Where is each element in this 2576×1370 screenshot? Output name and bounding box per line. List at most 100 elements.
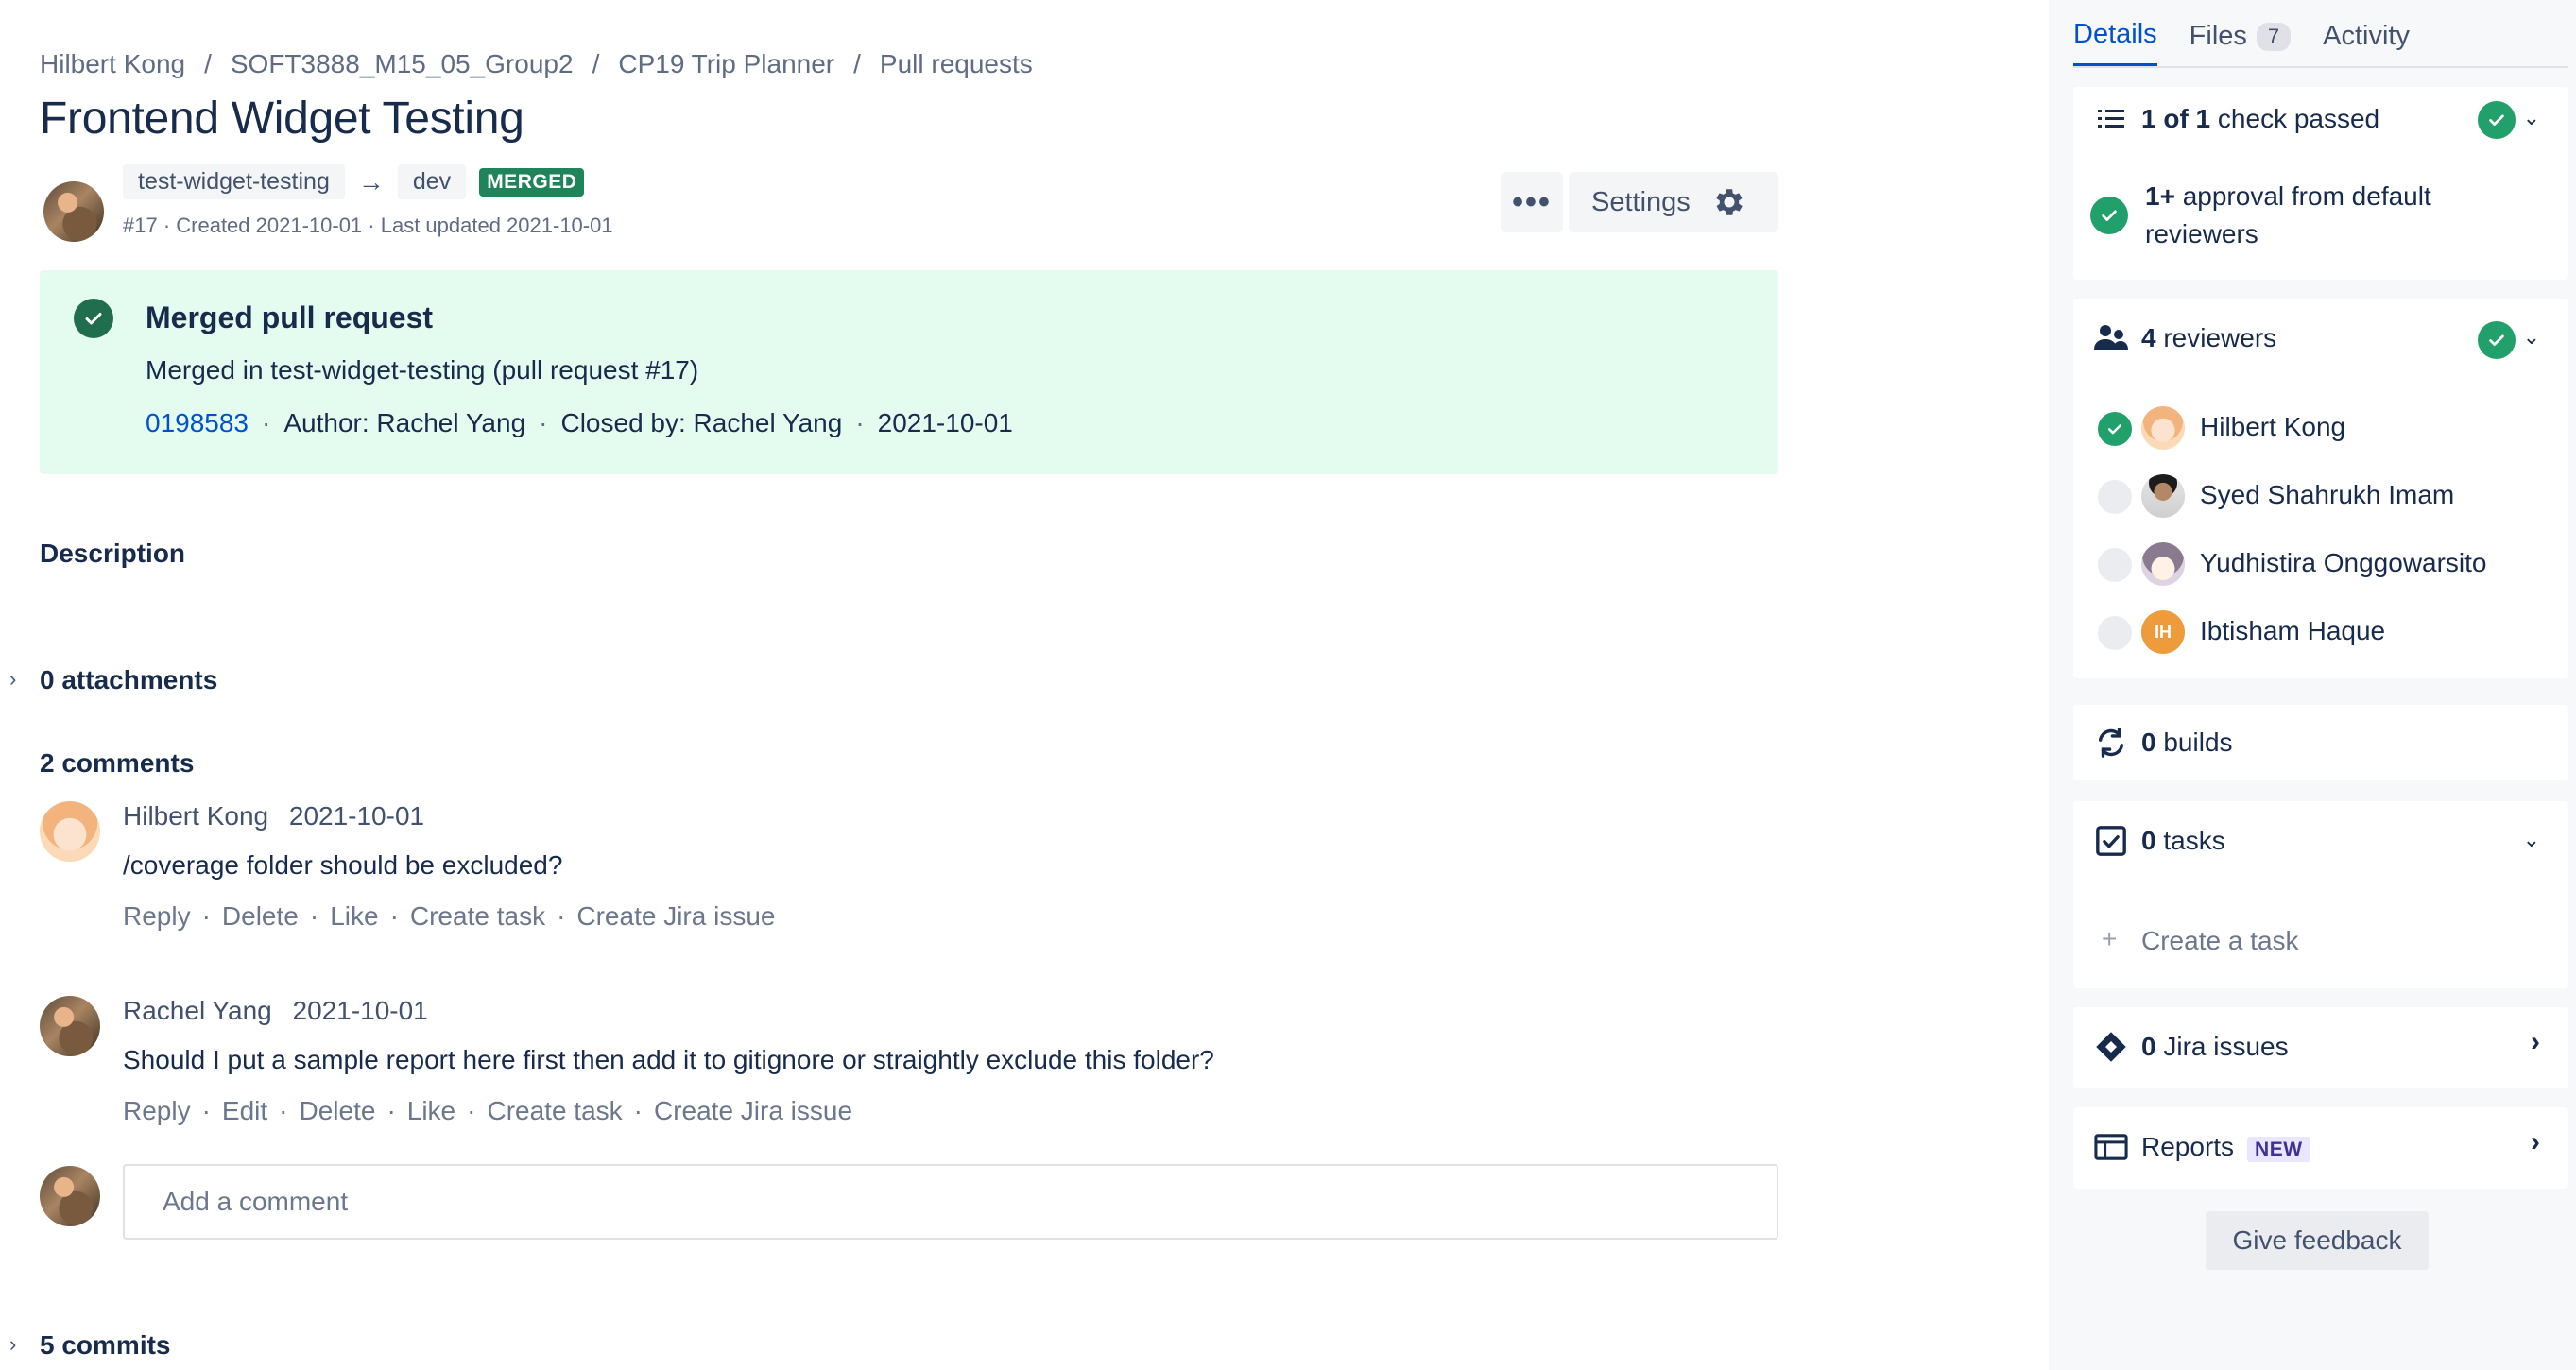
- breadcrumb-workspace[interactable]: SOFT3888_M15_05_Group2: [231, 49, 574, 79]
- details-sidebar: Details Files 7 Activity 1 of 1 check pa…: [2049, 0, 2576, 1370]
- chevron-right-icon[interactable]: ›: [9, 667, 16, 692]
- tabs-divider: [2073, 66, 2568, 68]
- reviewer-name: Ibtisham Haque: [2200, 616, 2386, 645]
- tab-details[interactable]: Details: [2073, 19, 2157, 67]
- check-circle-icon: [2478, 321, 2516, 359]
- tasks-summary: 0 tasks: [2141, 826, 2225, 856]
- reviewers-row[interactable]: 4 reviewers ⌄: [2073, 299, 2568, 382]
- chevron-right-icon[interactable]: ›: [9, 1332, 16, 1357]
- check-circle-icon: [2090, 197, 2128, 234]
- comment-actions: Reply · Delete · Like · Create task · Create…: [123, 901, 775, 932]
- separator-dot: ·: [389, 901, 399, 931]
- reviewers-summary: 4 reviewers: [2141, 323, 2276, 353]
- jira-issues-row[interactable]: 0 Jira issues ›: [2073, 1007, 2568, 1088]
- like-link[interactable]: Like: [407, 1096, 455, 1126]
- settings-label: Settings: [1591, 186, 1691, 217]
- breadcrumb-pull-requests[interactable]: Pull requests: [880, 49, 1033, 79]
- reviewers-count: 4: [2141, 323, 2156, 352]
- reviewer-name: Syed Shahrukh Imam: [2200, 480, 2455, 509]
- more-actions-button[interactable]: •••: [1501, 172, 1563, 232]
- comment: Hilbert Kong 2021-10-01 /coverage folder…: [40, 801, 1778, 943]
- merge-closed-by: Closed by: Rachel Yang: [560, 408, 843, 437]
- commits-toggle[interactable]: 5 commits: [40, 1330, 171, 1361]
- breadcrumb-repository[interactable]: CP19 Trip Planner: [618, 49, 834, 79]
- comment-author[interactable]: Rachel Yang: [123, 996, 272, 1025]
- list-icon: [2094, 102, 2128, 136]
- reports-icon: [2094, 1130, 2128, 1164]
- checks-count: 1 of 1: [2141, 104, 2211, 133]
- reviewer-item[interactable]: Syed Shahrukh Imam: [2073, 471, 2568, 523]
- delete-link[interactable]: Delete: [222, 901, 299, 932]
- people-icon: [2094, 321, 2128, 355]
- pending-status-icon: [2098, 616, 2132, 650]
- create-task-link[interactable]: Create task: [487, 1096, 622, 1126]
- give-feedback-button[interactable]: Give feedback: [2206, 1211, 2429, 1270]
- separator-dot: ·: [309, 901, 319, 931]
- chevron-down-icon[interactable]: ⌄: [2523, 106, 2540, 130]
- builds-row[interactable]: 0 builds: [2073, 705, 2568, 780]
- separator-dot: ·: [539, 408, 548, 437]
- comment-date[interactable]: 2021-10-01: [293, 996, 428, 1025]
- comment-actions: Reply · Edit · Delete · Like · Create task · …: [123, 1096, 852, 1126]
- gear-icon: [1716, 189, 1743, 215]
- create-jira-issue-link[interactable]: Create Jira issue: [654, 1096, 852, 1126]
- separator-dot: ·: [262, 408, 271, 437]
- refresh-icon: [2094, 726, 2128, 760]
- edit-link[interactable]: Edit: [222, 1096, 267, 1126]
- delete-link[interactable]: Delete: [300, 1096, 376, 1126]
- create-jira-issue-link[interactable]: Create Jira issue: [576, 901, 775, 932]
- builds-card: 0 builds: [2073, 705, 2568, 780]
- reports-row[interactable]: Reports NEW ›: [2073, 1107, 2568, 1189]
- reviewer-item[interactable]: Hilbert Kong: [2073, 402, 2568, 455]
- current-user-avatar: [40, 1166, 100, 1226]
- chevron-right-icon[interactable]: ›: [2531, 1126, 2540, 1158]
- settings-button[interactable]: Settings: [1569, 172, 1778, 232]
- checks-row[interactable]: 1 of 1 check passed ⌄: [2073, 87, 2568, 153]
- merge-commit-link[interactable]: 0198583: [146, 408, 249, 438]
- chevron-right-icon[interactable]: ›: [2531, 1026, 2540, 1058]
- like-link[interactable]: Like: [330, 901, 378, 932]
- target-branch[interactable]: dev: [397, 164, 467, 199]
- avatar: [2141, 474, 2185, 518]
- chevron-down-icon[interactable]: ⌄: [2523, 828, 2540, 852]
- attachments-toggle[interactable]: 0 attachments: [40, 665, 217, 695]
- comment-author-avatar[interactable]: [40, 996, 100, 1056]
- tasks-row[interactable]: 0 tasks ⌄: [2073, 801, 2568, 884]
- approval-count: 1+: [2145, 181, 2175, 211]
- chevron-down-icon[interactable]: ⌄: [2523, 325, 2540, 350]
- jira-card: 0 Jira issues ›: [2073, 1007, 2568, 1088]
- jira-icon: [2094, 1030, 2128, 1064]
- separator-dot: ·: [467, 1096, 476, 1125]
- separator-dot: ·: [557, 901, 566, 931]
- reviewer-name: Yudhistira Onggowarsito: [2200, 548, 2487, 577]
- checks-card: 1 of 1 check passed ⌄ 1+ approval from d…: [2073, 87, 2568, 280]
- create-task-link[interactable]: Create task: [410, 901, 545, 932]
- reply-link[interactable]: Reply: [123, 1096, 191, 1126]
- source-branch[interactable]: test-widget-testing: [123, 164, 345, 199]
- create-task-row[interactable]: + Create a task: [2073, 915, 2568, 971]
- approved-check-icon: [2098, 412, 2132, 446]
- reviewer-item[interactable]: Yudhistira Onggowarsito: [2073, 539, 2568, 591]
- separator-dot: ·: [633, 1096, 643, 1125]
- pending-status-icon: [2098, 480, 2132, 514]
- tab-files-label: Files: [2189, 21, 2247, 51]
- add-comment-input[interactable]: Add a comment: [123, 1164, 1778, 1240]
- create-task-link: Create a task: [2141, 926, 2299, 955]
- author-avatar[interactable]: [43, 181, 104, 242]
- check-circle-icon: [74, 299, 113, 338]
- arrow-right-icon: →: [357, 166, 385, 197]
- comment-author[interactable]: Hilbert Kong: [123, 801, 268, 831]
- reviewer-item[interactable]: IH Ibtisham Haque: [2073, 607, 2568, 659]
- tab-files[interactable]: Files 7: [2189, 19, 2292, 67]
- tab-activity[interactable]: Activity: [2323, 19, 2410, 67]
- main-content: Hilbert Kong / SOFT3888_M15_05_Group2 / …: [0, 0, 2049, 1370]
- comment-body: Should I put a sample report here first …: [123, 1045, 1214, 1074]
- separator-dot: ·: [279, 1096, 288, 1125]
- comment-header: Rachel Yang 2021-10-01: [123, 996, 428, 1026]
- jira-issues-summary: 0 Jira issues: [2141, 1032, 2289, 1062]
- comment-author-avatar[interactable]: [40, 801, 100, 862]
- page-title: Frontend Widget Testing: [40, 94, 524, 144]
- breadcrumb-owner[interactable]: Hilbert Kong: [40, 49, 185, 79]
- comment-date[interactable]: 2021-10-01: [289, 801, 424, 831]
- reply-link[interactable]: Reply: [123, 901, 191, 932]
